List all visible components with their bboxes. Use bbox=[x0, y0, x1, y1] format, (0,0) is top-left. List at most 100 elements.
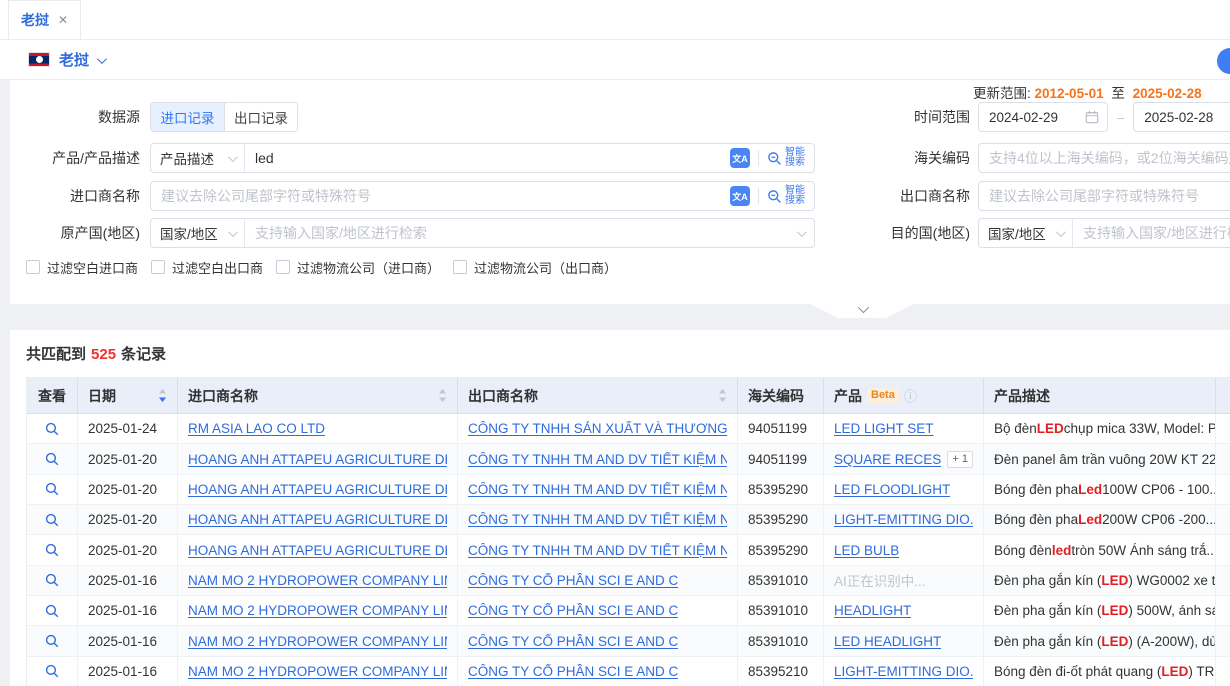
checkbox-icon[interactable] bbox=[151, 260, 165, 274]
checkbox-icon[interactable] bbox=[276, 260, 290, 274]
checkbox-logistics-importer[interactable]: 过滤物流公司（进口商） bbox=[276, 258, 440, 277]
origin-country-group: 国家/地区 bbox=[150, 218, 815, 248]
exporter-name-link[interactable]: CÔNG TY CỔ PHẦN SCI E AND C bbox=[468, 573, 678, 588]
product-cell: SQUARE RECESS... + 1 bbox=[824, 444, 984, 474]
exporter-name-link[interactable]: CÔNG TY TNHH TM AND DV TIẾT KIỆM NĂ... bbox=[468, 543, 727, 558]
exporter-name-input[interactable] bbox=[979, 188, 1230, 204]
importer-name-link[interactable]: HOANG ANH ATTAPEU AGRICULTURE DEVE... bbox=[188, 452, 447, 467]
exporter-cell: CÔNG TY CỔ PHẦN SCI E AND C bbox=[458, 566, 738, 596]
close-tab-icon[interactable]: ✕ bbox=[58, 13, 68, 27]
importer-name-link[interactable]: NAM MO 2 HYDROPOWER COMPANY LIMI... bbox=[188, 573, 447, 588]
checkbox-icon[interactable] bbox=[26, 260, 40, 274]
start-date-picker[interactable] bbox=[978, 102, 1108, 132]
country-header-bar: 老挝 bbox=[0, 40, 1230, 80]
chevron-down-icon bbox=[797, 224, 804, 242]
product-field-type-select[interactable]: 产品描述 bbox=[151, 144, 245, 172]
import-records-tab[interactable]: 进口记录 bbox=[151, 103, 224, 131]
extra-cell bbox=[1216, 657, 1230, 686]
chevron-down-icon[interactable] bbox=[97, 51, 104, 69]
product-link[interactable]: HEADLIGHT bbox=[834, 603, 911, 618]
hs-code: 85391010 bbox=[738, 566, 824, 596]
description-text: 100W CP06 - 100... bbox=[1102, 482, 1216, 497]
keyword-highlight: Led bbox=[1078, 512, 1102, 527]
hs-code: 85391010 bbox=[738, 626, 824, 656]
exporter-name-link[interactable]: CÔNG TY TNHH TM AND DV TIẾT KIỆM NĂ... bbox=[468, 452, 727, 467]
view-record-button[interactable] bbox=[27, 414, 78, 444]
product-link[interactable]: LED FLOODLIGHT bbox=[834, 482, 950, 497]
hs-code-input[interactable] bbox=[979, 150, 1230, 166]
end-date-picker[interactable] bbox=[1133, 102, 1230, 132]
product-link[interactable]: LIGHT-EMITTING DIO... bbox=[834, 512, 973, 527]
exporter-name-link[interactable]: CÔNG TY TNHH TM AND DV TIẾT KIỆM NĂ... bbox=[468, 482, 727, 497]
view-record-button[interactable] bbox=[27, 657, 78, 686]
col-header-exporter[interactable]: 出口商名称 bbox=[458, 378, 738, 414]
view-record-button[interactable] bbox=[27, 444, 78, 474]
exporter-name-link[interactable]: CÔNG TY TNHH TM AND DV TIẾT KIỆM NĂ... bbox=[468, 512, 727, 527]
importer-name-input[interactable] bbox=[151, 188, 730, 204]
checkbox-icon[interactable] bbox=[453, 260, 467, 274]
magnifier-icon bbox=[45, 513, 59, 527]
translate-icon[interactable]: 文A bbox=[730, 186, 750, 206]
view-record-button[interactable] bbox=[27, 596, 78, 626]
magnifier-icon bbox=[45, 573, 59, 587]
country-tab-laos[interactable]: 老挝 ✕ bbox=[8, 0, 81, 39]
product-description: Bộ đèn LED chụp mica 33W, Model: P... bbox=[984, 414, 1216, 444]
exporter-name-link[interactable]: CÔNG TY CỔ PHẦN SCI E AND C bbox=[468, 664, 678, 679]
description-text: Đèn pha gắn kín ( bbox=[994, 603, 1101, 618]
importer-name-link[interactable]: HOANG ANH ATTAPEU AGRICULTURE DEVE... bbox=[188, 512, 447, 527]
description-text: Bóng đèn đi-ốt phát quang ( bbox=[994, 664, 1161, 679]
origin-country-input[interactable] bbox=[245, 225, 797, 241]
checkbox-logistics-exporter[interactable]: 过滤物流公司（出口商） bbox=[453, 258, 617, 277]
importer-name-link[interactable]: NAM MO 2 HYDROPOWER COMPANY LIMI... bbox=[188, 664, 447, 679]
view-record-button[interactable] bbox=[27, 535, 78, 565]
hs-code-label: 海关编码 bbox=[830, 143, 970, 173]
importer-name-link[interactable]: RM ASIA LAO CO LTD bbox=[188, 421, 325, 436]
sort-icons[interactable] bbox=[438, 388, 447, 403]
destination-country-select[interactable]: 国家/地区 bbox=[979, 219, 1073, 247]
checkbox-label: 过滤空白进口商 bbox=[47, 258, 138, 277]
view-record-button[interactable] bbox=[27, 566, 78, 596]
hs-code: 85395290 bbox=[738, 475, 824, 505]
product-link[interactable]: LED HEADLIGHT bbox=[834, 634, 941, 649]
sort-icons[interactable] bbox=[718, 388, 727, 403]
destination-country-input[interactable] bbox=[1073, 225, 1230, 241]
export-records-tab[interactable]: 出口记录 bbox=[224, 103, 297, 131]
exporter-name-link[interactable]: CÔNG TY TNHH SẢN XUẤT VÀ THƯƠNG M... bbox=[468, 421, 727, 436]
extra-cell bbox=[1216, 596, 1230, 626]
importer-name-link[interactable]: NAM MO 2 HYDROPOWER COMPANY LIMI... bbox=[188, 634, 447, 649]
divider bbox=[758, 188, 759, 204]
origin-country-select[interactable]: 国家/地区 bbox=[151, 219, 245, 247]
product-link[interactable]: LED LIGHT SET bbox=[834, 421, 934, 436]
product-link[interactable]: LIGHT-EMITTING DIO... bbox=[834, 664, 973, 679]
translate-icon[interactable]: 文A bbox=[730, 148, 750, 168]
importer-name-link[interactable]: HOANG ANH ATTAPEU AGRICULTURE DEVE... bbox=[188, 543, 447, 558]
col-header-date[interactable]: 日期 bbox=[78, 378, 178, 414]
product-link[interactable]: SQUARE RECESS... bbox=[834, 452, 941, 467]
importer-name-link[interactable]: HOANG ANH ATTAPEU AGRICULTURE DEVE... bbox=[188, 482, 447, 497]
exporter-name-link[interactable]: CÔNG TY CỔ PHẦN SCI E AND C bbox=[468, 603, 678, 618]
view-record-button[interactable] bbox=[27, 505, 78, 535]
product-search-input[interactable] bbox=[245, 150, 730, 166]
view-record-button[interactable] bbox=[27, 626, 78, 656]
start-date-input[interactable] bbox=[979, 110, 1085, 125]
tab-label: 老挝 bbox=[21, 10, 49, 30]
more-products-badge[interactable]: + 1 bbox=[947, 451, 973, 468]
description-text: Bộ đèn bbox=[994, 421, 1037, 436]
info-icon[interactable]: ⓘ bbox=[904, 386, 917, 405]
importer-name-link[interactable]: NAM MO 2 HYDROPOWER COMPANY LIMI... bbox=[188, 603, 447, 618]
product-cell: LED HEADLIGHT bbox=[824, 626, 984, 656]
collapse-filters-button[interactable] bbox=[810, 304, 914, 318]
table-row: 2025-01-16NAM MO 2 HYDROPOWER COMPANY LI… bbox=[27, 566, 1230, 596]
col-header-importer[interactable]: 进口商名称 bbox=[178, 378, 458, 414]
smart-search-button[interactable]: 智能搜索 bbox=[767, 186, 805, 206]
exporter-name-link[interactable]: CÔNG TY CỔ PHẦN SCI E AND C bbox=[468, 634, 678, 649]
end-date-input[interactable] bbox=[1134, 110, 1230, 125]
checkbox-blank-exporter[interactable]: 过滤空白出口商 bbox=[151, 258, 263, 277]
table-row: 2025-01-20HOANG ANH ATTAPEU AGRICULTURE … bbox=[27, 444, 1230, 474]
checkbox-blank-importer[interactable]: 过滤空白进口商 bbox=[26, 258, 138, 277]
smart-search-button[interactable]: 智能搜索 bbox=[767, 148, 805, 168]
origin-select-value: 国家/地区 bbox=[160, 223, 218, 243]
sort-icons-active-desc[interactable] bbox=[158, 388, 167, 403]
view-record-button[interactable] bbox=[27, 475, 78, 505]
product-link[interactable]: LED BULB bbox=[834, 543, 899, 558]
